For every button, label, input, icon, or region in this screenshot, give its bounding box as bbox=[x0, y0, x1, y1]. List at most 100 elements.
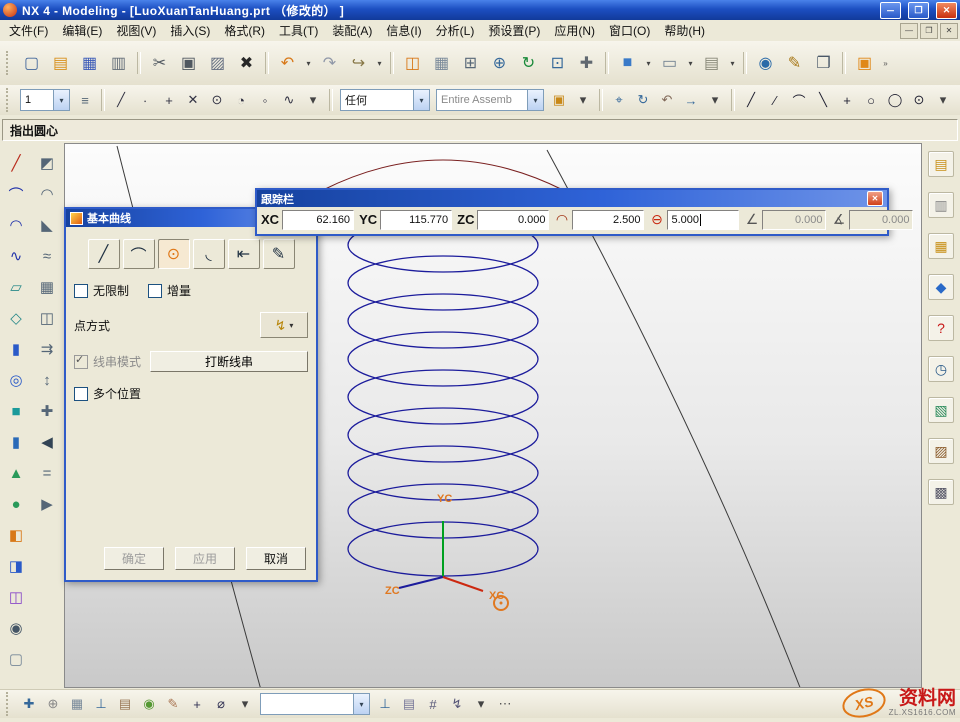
chamfer-icon[interactable]: ◣ bbox=[33, 211, 61, 239]
work-layer-combo[interactable]: 1▾ bbox=[20, 89, 70, 111]
rotate-view-icon[interactable]: ↻ bbox=[631, 88, 655, 112]
snap-dropdown-icon[interactable]: ▾ bbox=[301, 88, 325, 112]
line-point-icon[interactable]: ╲ bbox=[811, 88, 835, 112]
unbounded-checkbox[interactable] bbox=[74, 284, 88, 298]
render-dropdown-icon[interactable]: ▾ bbox=[726, 49, 739, 78]
break-string-button[interactable]: 打断线串 bbox=[150, 351, 308, 372]
toolbar-grip[interactable] bbox=[6, 88, 13, 112]
revolve-icon[interactable]: ◎ bbox=[2, 366, 30, 394]
shell-icon[interactable]: ▢ bbox=[2, 645, 30, 673]
chevron-down-icon[interactable]: ▾ bbox=[53, 90, 69, 110]
offset-face-icon[interactable]: ⇉ bbox=[33, 335, 61, 363]
render-style-icon[interactable]: ▤ bbox=[697, 49, 726, 78]
spline-icon[interactable]: ∿ bbox=[2, 242, 30, 270]
roles-icon[interactable]: ▩ bbox=[928, 479, 954, 505]
macro-icon[interactable]: ▶ bbox=[33, 490, 61, 518]
mirror-body-icon[interactable]: ◫ bbox=[33, 304, 61, 332]
paste-icon[interactable]: ▨ bbox=[203, 49, 232, 78]
cancel-button[interactable]: 取消 bbox=[246, 547, 306, 570]
expression-icon[interactable]: = bbox=[33, 459, 61, 487]
increment-checkbox[interactable] bbox=[148, 284, 162, 298]
sketch-icon[interactable]: ▱ bbox=[2, 273, 30, 301]
zc-input[interactable]: 0.000 bbox=[477, 210, 549, 230]
snap-midpoint-icon[interactable]: ∙ bbox=[133, 88, 157, 112]
snap-endpoint-icon[interactable]: ╱ bbox=[109, 88, 133, 112]
clip-section-icon[interactable]: # bbox=[421, 692, 445, 716]
circle-center-tool-icon[interactable]: ⊙ bbox=[907, 88, 931, 112]
xc-input[interactable]: 62.160 bbox=[282, 210, 354, 230]
point-tool-icon[interactable]: + bbox=[835, 88, 859, 112]
construction-arc-top[interactable] bbox=[323, 160, 563, 190]
menu-window[interactable]: 窗口(O) bbox=[602, 20, 657, 41]
close-icon[interactable]: ✕ bbox=[867, 191, 883, 206]
view-orientation-icon[interactable]: ◉ bbox=[751, 49, 780, 78]
menu-information[interactable]: 信息(I) bbox=[379, 20, 428, 41]
menu-format[interactable]: 格式(R) bbox=[217, 20, 272, 41]
scale-body-icon[interactable]: ↕ bbox=[33, 366, 61, 394]
print-icon[interactable]: ▥ bbox=[104, 49, 133, 78]
window-icon[interactable]: ❐ bbox=[809, 49, 838, 78]
object-preferences-icon[interactable]: ✚ bbox=[17, 692, 41, 716]
collapse-arrow-icon[interactable]: ◀ bbox=[33, 428, 61, 456]
move-object-icon[interactable]: ✚ bbox=[33, 397, 61, 425]
assembly-navigator-icon[interactable]: ▤ bbox=[928, 151, 954, 177]
measure-icon[interactable]: ⌀ bbox=[209, 692, 233, 716]
application-icon[interactable]: ▣ bbox=[850, 49, 879, 78]
menu-preferences[interactable]: 预设置(P) bbox=[481, 20, 547, 41]
trim-icon[interactable]: ⇤ bbox=[228, 239, 260, 269]
diameter-input[interactable]: 5.000 bbox=[667, 210, 739, 230]
point-constructor-icon[interactable]: + bbox=[185, 692, 209, 716]
chevron-down-icon[interactable]: ▾ bbox=[353, 694, 369, 714]
show-hide-icon[interactable]: ▦ bbox=[427, 49, 456, 78]
line-icon[interactable]: ╱ bbox=[88, 239, 120, 269]
vector-icon[interactable]: → bbox=[679, 88, 703, 112]
restore-view-icon[interactable]: ↶ bbox=[655, 88, 679, 112]
edit-curve-icon[interactable]: ✎ bbox=[263, 239, 295, 269]
sphere-icon[interactable]: ● bbox=[2, 490, 30, 518]
menu-assemblies[interactable]: 装配(A) bbox=[325, 20, 379, 41]
fit-view-icon[interactable]: ⊡ bbox=[543, 49, 572, 78]
constraint-navigator-icon[interactable]: ▥ bbox=[928, 192, 954, 218]
profile-icon[interactable]: ╱ bbox=[2, 149, 30, 177]
circle-icon[interactable]: ⊙ bbox=[158, 239, 190, 269]
restore-button[interactable]: ❐ bbox=[908, 2, 929, 19]
wireframe-dropdown-icon[interactable]: ▾ bbox=[684, 49, 697, 78]
part-navigator-icon[interactable]: ▦ bbox=[928, 233, 954, 259]
save-icon[interactable]: ▦ bbox=[75, 49, 104, 78]
toolbar-options-icon[interactable]: » bbox=[879, 49, 892, 78]
selection-scope-combo[interactable]: Entire Assemb▾ bbox=[436, 89, 544, 111]
wcs-dynamics-icon[interactable]: ⊕ bbox=[41, 692, 65, 716]
menu-file[interactable]: 文件(F) bbox=[2, 20, 55, 41]
copy-icon[interactable]: ▣ bbox=[174, 49, 203, 78]
options-dropdown-icon[interactable]: ▾ bbox=[469, 692, 493, 716]
point-method-dropdown[interactable]: ↯ ▾ bbox=[260, 312, 308, 338]
chevron-down-icon[interactable]: ▾ bbox=[527, 90, 543, 110]
zoom-window-icon[interactable]: ⊞ bbox=[456, 49, 485, 78]
undo-icon[interactable]: ↶ bbox=[273, 49, 302, 78]
datum-plane-icon[interactable]: ◇ bbox=[2, 304, 30, 332]
toolbar-grip[interactable] bbox=[6, 692, 13, 716]
render-options-icon[interactable]: ◉ bbox=[137, 692, 161, 716]
annotation-icon[interactable]: ✎ bbox=[161, 692, 185, 716]
feature-operation-icon[interactable]: ◩ bbox=[33, 149, 61, 177]
shaded-view-icon[interactable]: ■ bbox=[613, 49, 642, 78]
toolbar-grip[interactable] bbox=[6, 51, 13, 75]
view-dropdown-icon[interactable]: ▾ bbox=[703, 88, 727, 112]
toolbar2-options-icon[interactable]: » bbox=[955, 88, 960, 112]
new-icon[interactable]: ▢ bbox=[17, 49, 46, 78]
cone-icon[interactable]: ▲ bbox=[2, 459, 30, 487]
chevron-down-icon[interactable]: ▾ bbox=[413, 90, 429, 110]
circle-tool-icon[interactable]: ○ bbox=[859, 88, 883, 112]
undo-dropdown-icon[interactable]: ▾ bbox=[302, 49, 315, 78]
inferred-line-icon[interactable]: ∕ bbox=[763, 88, 787, 112]
history-icon[interactable]: ◷ bbox=[928, 356, 954, 382]
edit-section-icon[interactable]: ✎ bbox=[780, 49, 809, 78]
named-views-icon[interactable]: ▤ bbox=[113, 692, 137, 716]
cut-icon[interactable]: ✂ bbox=[145, 49, 174, 78]
view-name-combo[interactable]: ▾ bbox=[260, 693, 370, 715]
zoom-icon[interactable]: ⊕ bbox=[485, 49, 514, 78]
snap-quadrant-icon[interactable]: ◔ bbox=[229, 88, 253, 112]
more-tools-icon[interactable]: ⋯ bbox=[493, 692, 517, 716]
help-icon[interactable]: ? bbox=[928, 315, 954, 341]
extrude-icon[interactable]: ▮ bbox=[2, 335, 30, 363]
